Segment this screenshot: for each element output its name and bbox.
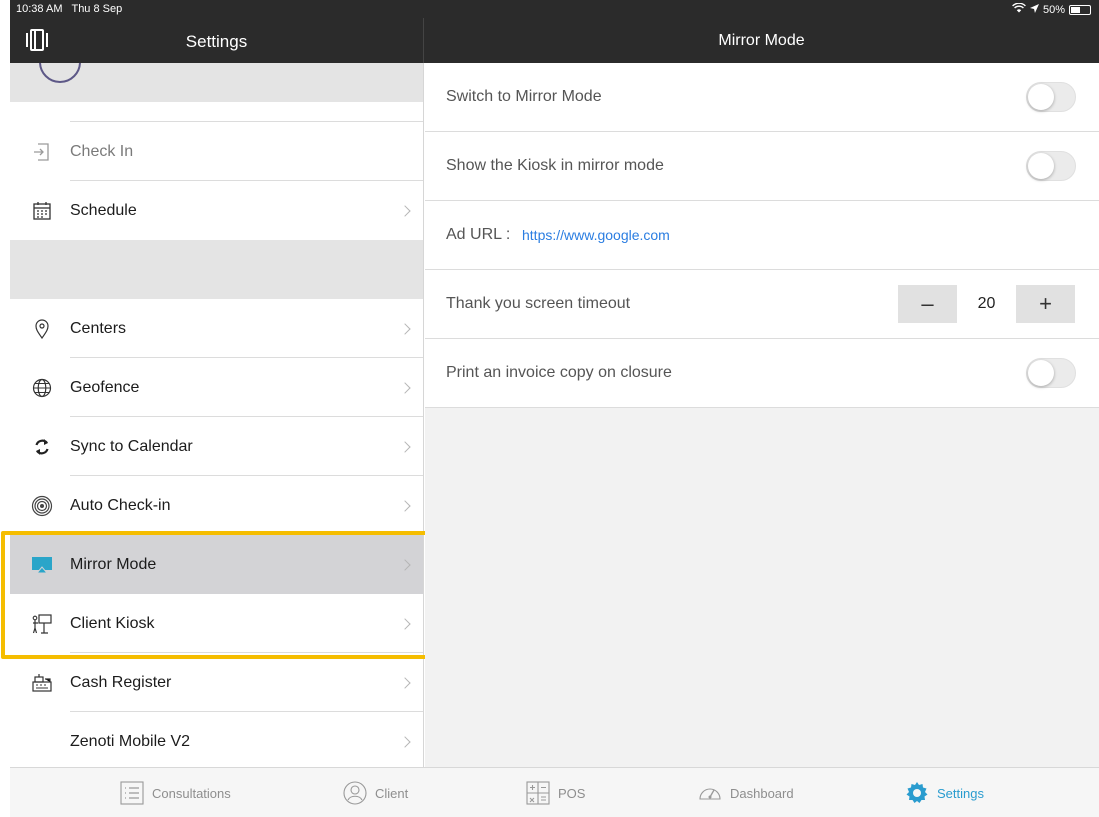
calculator-icon [526,781,550,805]
print-invoice-label: Print an invoice copy on closure [446,364,672,381]
timeout-stepper: – 20 + [898,285,1075,323]
tab-label: POS [558,785,586,801]
settings-nav-bar: Settings [10,18,424,63]
increment-button[interactable]: + [1016,285,1075,323]
switch-mirror-mode-label: Switch to Mirror Mode [446,88,602,105]
chevron-right-icon [399,735,411,748]
show-kiosk-label: Show the Kiosk in mirror mode [446,157,664,174]
calendar-icon [30,199,54,223]
show-kiosk-row: Show the Kiosk in mirror mode [425,132,1099,201]
cash-register-icon [30,671,54,695]
section-divider [10,240,423,299]
globe-icon [30,376,54,400]
print-invoice-row: Print an invoice copy on closure [425,339,1099,408]
tab-client[interactable]: Client [343,768,408,817]
gauge-icon [698,781,722,805]
sidebar-item-schedule[interactable]: Schedule [10,181,423,240]
app-root: 10:38 AM Thu 8 Sep 50% Settings Mirror M… [0,0,1099,817]
toggle-knob [1028,84,1054,110]
chevron-right-icon [399,617,411,630]
tab-label: Consultations [152,785,231,801]
top-bar: 10:38 AM Thu 8 Sep 50% Settings Mirror M… [10,0,1099,63]
sidebar-item-label: Check In [70,142,134,160]
switch-mirror-mode-toggle[interactable] [1026,82,1076,112]
gear-icon [905,781,929,805]
chevron-right-icon [399,676,411,689]
mirror-mode-detail: Switch to Mirror Mode Show the Kiosk in … [425,63,1099,767]
status-date: Thu 8 Sep [71,3,123,15]
sidebar-item-geofence[interactable]: Geofence [10,358,423,417]
tab-settings[interactable]: Settings [905,768,984,817]
page-title: Mirror Mode [718,32,805,49]
ad-url-link[interactable]: https://www.google.com [522,227,670,243]
profile-spacer [10,102,423,122]
sidebar-item-auto-check-in[interactable]: Auto Check-in [10,476,423,535]
toggle-knob [1028,360,1054,386]
tab-dashboard[interactable]: Dashboard [698,768,794,817]
chevron-right-icon [399,322,411,335]
sidebar-item-label: Schedule [70,201,137,219]
check-in-icon [30,140,54,164]
sidebar-item-label: Sync to Calendar [70,437,193,455]
tab-bar: Consultations Client POS Dashboard Setti… [10,767,1099,817]
chevron-right-icon [399,499,411,512]
toggle-knob [1028,153,1054,179]
timeout-label: Thank you screen timeout [446,295,631,312]
status-time: 10:38 AM [16,3,63,15]
settings-title: Settings [185,32,248,51]
settings-sidebar: Check In Schedule Centers Geofence Sync … [10,63,424,767]
signal-icon [30,494,54,518]
sidebar-item-label: Mirror Mode [70,555,157,573]
sidebar-item-label: Client Kiosk [70,614,155,632]
status-time-date: 10:38 AM Thu 8 Sep [16,3,122,15]
chevron-right-icon [399,204,411,217]
print-invoice-toggle[interactable] [1026,358,1076,388]
sync-icon [30,435,54,459]
show-kiosk-toggle[interactable] [1026,151,1076,181]
sidebar-item-label: Zenoti Mobile V2 [70,732,191,750]
tab-consultations[interactable]: Consultations [120,768,231,817]
battery-icon [1069,4,1091,15]
sidebar-item-mirror-mode[interactable]: Mirror Mode [10,535,423,594]
chevron-right-icon [399,381,411,394]
sidebar-item-label: Centers [70,319,127,337]
status-indicators: 50% [1012,2,1091,16]
timeout-value[interactable]: 20 [957,285,1016,323]
person-icon [343,781,367,805]
sidebar-item-cash-register[interactable]: Cash Register [10,653,423,712]
ad-url-row: Ad URL : https://www.google.com [425,201,1099,270]
battery-percent: 50% [1042,3,1065,16]
timeout-row: Thank you screen timeout – 20 + [425,270,1099,339]
avatar[interactable] [39,63,81,83]
chevron-right-icon [399,558,411,571]
airplay-icon [30,553,54,577]
sidebar-item-label: Cash Register [70,673,172,691]
tab-label: Dashboard [730,785,794,801]
location-pin-icon [30,317,54,341]
location-arrow-icon [1029,3,1039,16]
switch-mirror-mode-row: Switch to Mirror Mode [425,63,1099,132]
sidebar-item-sync-to-calendar[interactable]: Sync to Calendar [10,417,423,476]
decrement-button[interactable]: – [898,285,957,323]
tab-label: Client [375,785,409,801]
ad-url-label: Ad URL : [446,226,511,243]
profile-header [10,63,423,102]
detail-nav-bar: Mirror Mode [424,18,1099,63]
list-icon [120,781,144,805]
wifi-icon [1012,2,1026,16]
sidebar-item-client-kiosk[interactable]: Client Kiosk [10,594,423,653]
tab-label: Settings [937,785,984,801]
sidebar-item-centers[interactable]: Centers [10,299,423,358]
sidebar-item-label: Auto Check-in [70,496,171,514]
sidebar-item-zenoti-mobile-v2[interactable]: Zenoti Mobile V2 [10,712,423,767]
tab-pos[interactable]: POS [526,768,585,817]
sidebar-item-check-in[interactable]: Check In [10,122,423,181]
kiosk-icon [30,612,54,636]
chevron-right-icon [399,440,411,453]
sidebar-item-label: Geofence [70,378,140,396]
